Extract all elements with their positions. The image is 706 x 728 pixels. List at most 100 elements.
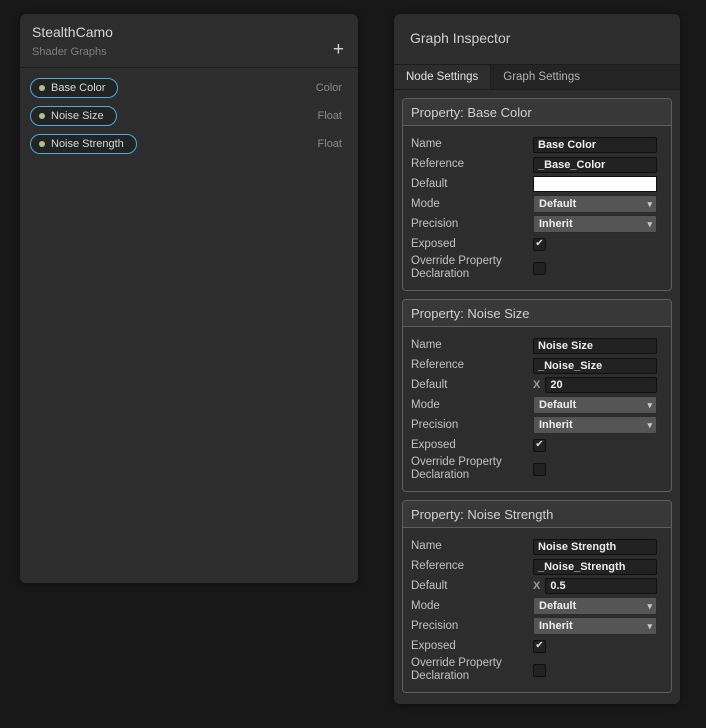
exposed-row: Exposed ✔	[411, 234, 657, 254]
graph-inspector-header: Graph Inspector	[394, 14, 680, 64]
exposed-label: Exposed	[411, 439, 533, 452]
property-pill-noise-strength[interactable]: Noise Strength	[30, 134, 137, 154]
default-row: Default X	[411, 375, 657, 395]
tab-graph-settings[interactable]: Graph Settings	[491, 65, 592, 89]
exposed-checkbox[interactable]: ✔	[533, 439, 546, 452]
mode-dropdown[interactable]: Default ▾	[533, 396, 657, 414]
exposed-dot-icon	[39, 85, 45, 91]
chevron-down-icon: ▾	[647, 602, 652, 611]
precision-value: Inherit	[539, 218, 573, 230]
name-input[interactable]	[533, 338, 657, 354]
override-row: Override Property Declaration	[411, 254, 657, 282]
section-header[interactable]: Property: Noise Strength	[403, 501, 671, 528]
list-item: Noise Strength Float	[20, 130, 358, 158]
reference-input[interactable]	[533, 559, 657, 575]
name-label: Name	[411, 138, 533, 151]
blackboard-panel: StealthCamo Shader Graphs + Base Color C…	[20, 14, 358, 583]
chevron-down-icon: ▾	[647, 401, 652, 410]
override-label: Override Property Declaration	[411, 456, 533, 482]
chevron-down-icon: ▾	[647, 622, 652, 631]
reference-input[interactable]	[533, 157, 657, 173]
exposed-checkbox[interactable]: ✔	[533, 640, 546, 653]
override-checkbox[interactable]	[533, 463, 546, 476]
precision-dropdown[interactable]: Inherit ▾	[533, 416, 657, 434]
default-float-input[interactable]	[545, 377, 657, 393]
blackboard-list: Base Color Color Noise Size Float Noise …	[20, 68, 358, 158]
reference-row: Reference	[411, 154, 657, 174]
name-input[interactable]	[533, 137, 657, 153]
inspector-content: Property: Base Color Name Reference Defa…	[394, 98, 680, 693]
name-row: Name	[411, 134, 657, 154]
exposed-checkbox[interactable]: ✔	[533, 238, 546, 251]
checkmark-icon: ✔	[535, 239, 543, 249]
mode-row: Mode Default ▾	[411, 194, 657, 214]
tab-node-settings[interactable]: Node Settings	[394, 65, 491, 89]
property-pill-label: Noise Strength	[51, 138, 124, 150]
property-section-noise-strength: Property: Noise Strength Name Reference …	[402, 500, 672, 693]
default-row: Default	[411, 174, 657, 194]
override-label: Override Property Declaration	[411, 657, 533, 683]
property-type-label: Float	[318, 110, 342, 122]
default-label: Default	[411, 379, 533, 392]
reference-label: Reference	[411, 158, 533, 171]
list-item: Base Color Color	[20, 74, 358, 102]
mode-label: Mode	[411, 600, 533, 613]
add-property-icon[interactable]: +	[333, 41, 344, 59]
mode-value: Default	[539, 198, 576, 210]
section-header[interactable]: Property: Noise Size	[403, 300, 671, 327]
blackboard-subtitle: Shader Graphs	[32, 46, 344, 59]
section-header[interactable]: Property: Base Color	[403, 99, 671, 126]
property-pill-label: Noise Size	[51, 110, 104, 122]
chevron-down-icon: ▾	[647, 200, 652, 209]
chevron-down-icon: ▾	[647, 220, 652, 229]
blackboard-title: StealthCamo	[32, 24, 344, 40]
precision-value: Inherit	[539, 419, 573, 431]
reference-label: Reference	[411, 560, 533, 573]
name-input[interactable]	[533, 539, 657, 555]
mode-dropdown[interactable]: Default ▾	[533, 597, 657, 615]
blackboard-header: StealthCamo Shader Graphs +	[20, 14, 358, 68]
exposed-label: Exposed	[411, 640, 533, 653]
precision-row: Precision Inherit ▾	[411, 415, 657, 435]
color-swatch[interactable]	[533, 176, 657, 192]
mode-dropdown[interactable]: Default ▾	[533, 195, 657, 213]
override-label: Override Property Declaration	[411, 255, 533, 281]
precision-row: Precision Inherit ▾	[411, 214, 657, 234]
exposed-row: Exposed ✔	[411, 435, 657, 455]
chevron-down-icon: ▾	[647, 421, 652, 430]
x-axis-label: X	[533, 580, 540, 592]
precision-dropdown[interactable]: Inherit ▾	[533, 215, 657, 233]
precision-label: Precision	[411, 218, 533, 231]
checkmark-icon: ✔	[535, 641, 543, 651]
exposed-label: Exposed	[411, 238, 533, 251]
property-section-base-color: Property: Base Color Name Reference Defa…	[402, 98, 672, 291]
property-pill-label: Base Color	[51, 82, 105, 94]
override-row: Override Property Declaration	[411, 455, 657, 483]
section-body: Name Reference Default X	[403, 528, 671, 692]
exposed-dot-icon	[39, 113, 45, 119]
property-pill-base-color[interactable]: Base Color	[30, 78, 118, 98]
override-checkbox[interactable]	[533, 664, 546, 677]
x-axis-label: X	[533, 379, 540, 391]
mode-value: Default	[539, 399, 576, 411]
name-row: Name	[411, 536, 657, 556]
override-row: Override Property Declaration	[411, 656, 657, 684]
graph-inspector-title: Graph Inspector	[410, 30, 664, 46]
checkmark-icon: ✔	[535, 440, 543, 450]
name-label: Name	[411, 339, 533, 352]
precision-value: Inherit	[539, 620, 573, 632]
reference-row: Reference	[411, 355, 657, 375]
exposed-dot-icon	[39, 141, 45, 147]
precision-dropdown[interactable]: Inherit ▾	[533, 617, 657, 635]
property-section-noise-size: Property: Noise Size Name Reference Defa…	[402, 299, 672, 492]
precision-row: Precision Inherit ▾	[411, 616, 657, 636]
property-type-label: Color	[316, 82, 342, 94]
property-pill-noise-size[interactable]: Noise Size	[30, 106, 117, 126]
default-float-input[interactable]	[545, 578, 657, 594]
exposed-row: Exposed ✔	[411, 636, 657, 656]
mode-label: Mode	[411, 399, 533, 412]
reference-input[interactable]	[533, 358, 657, 374]
override-checkbox[interactable]	[533, 262, 546, 275]
name-row: Name	[411, 335, 657, 355]
mode-value: Default	[539, 600, 576, 612]
